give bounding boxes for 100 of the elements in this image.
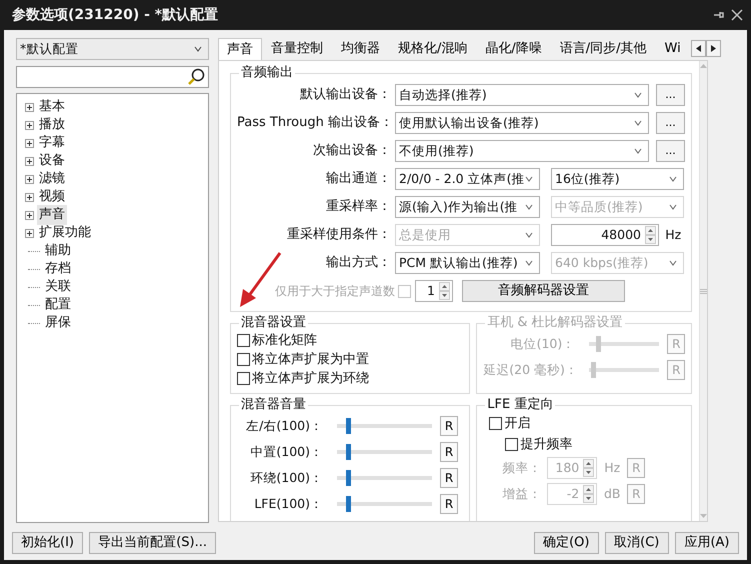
expand-icon[interactable] xyxy=(25,174,34,184)
tab[interactable]: 规格化/混响 xyxy=(389,38,476,58)
tree-item[interactable]: 存档 xyxy=(43,259,73,279)
tab[interactable]: Wi xyxy=(656,38,688,58)
spin-field[interactable]: 48000 xyxy=(551,224,659,246)
tree-item[interactable]: 设备 xyxy=(37,151,67,171)
spin-arrows-icon[interactable] xyxy=(645,226,656,244)
dropdown[interactable]: 自动选择(推荐) xyxy=(395,84,649,106)
expand-icon[interactable] xyxy=(25,192,34,202)
tree-item[interactable]: 关联 xyxy=(43,277,73,297)
footer-button[interactable]: 确定(O) xyxy=(534,532,598,554)
footer-button[interactable]: 应用(A) xyxy=(675,532,739,554)
group-title: 耳机 & 杜比解码器设置 xyxy=(486,315,624,332)
expand-icon[interactable] xyxy=(25,138,34,148)
caret-icon xyxy=(669,176,677,182)
slider-label: 电位(10)： xyxy=(510,334,576,353)
unit-label: Hz xyxy=(603,458,622,477)
tree-item[interactable]: 辅助 xyxy=(43,241,73,261)
tree-item[interactable]: 视频 xyxy=(37,187,67,207)
checkbox-label: 提升频率 xyxy=(520,436,572,454)
unit-label: Hz xyxy=(665,226,682,244)
tab[interactable]: 晶化/降噪 xyxy=(476,38,551,58)
browse-button[interactable]: ... xyxy=(656,140,685,162)
grip-icon xyxy=(700,288,707,294)
checkbox-label: 标准化矩阵 xyxy=(252,332,317,350)
caret-icon xyxy=(669,204,677,210)
dropdown[interactable]: 16位(推荐) xyxy=(551,168,684,190)
expand-icon[interactable] xyxy=(25,120,34,130)
expand-icon[interactable] xyxy=(25,228,34,238)
tree-item[interactable]: 滤镜 xyxy=(37,169,67,189)
vertical-scrollbar[interactable] xyxy=(698,61,707,521)
left-triangle-icon xyxy=(696,44,702,52)
spin-arrows-icon[interactable] xyxy=(439,282,450,300)
tab[interactable]: 语言/同步/其他 xyxy=(550,38,656,58)
dropdown[interactable]: 使用默认输出设备(推荐) xyxy=(395,112,649,134)
scroll-left-button[interactable] xyxy=(691,40,706,57)
browse-button[interactable]: ... xyxy=(656,84,685,106)
slider-thumb[interactable] xyxy=(346,470,351,486)
dropdown[interactable]: PCM 默认输出(推荐) xyxy=(395,252,540,274)
checkbox[interactable] xyxy=(237,334,250,348)
field-label: 默认输出设备： xyxy=(299,86,392,104)
field-label: 重采样率： xyxy=(325,198,392,216)
tree-item[interactable]: 基本 xyxy=(37,97,67,117)
checkbox[interactable] xyxy=(489,417,502,430)
pin-icon[interactable] xyxy=(712,9,725,21)
tree-item[interactable]: 声音 xyxy=(37,205,67,225)
caret-icon xyxy=(194,46,202,52)
caret-icon xyxy=(669,260,677,266)
field-label: 次输出设备： xyxy=(312,142,392,160)
dropdown[interactable]: 2/0/0 - 2.0 立体声(推 xyxy=(395,168,540,190)
expand-icon[interactable] xyxy=(25,210,34,220)
reset-button[interactable]: R xyxy=(440,416,458,436)
checkbox[interactable] xyxy=(237,372,250,386)
slider-label: LFE(100)： xyxy=(253,494,324,513)
footer-button[interactable]: 导出当前配置(S)... xyxy=(89,532,216,554)
slider-thumb[interactable] xyxy=(346,496,351,512)
expand-icon[interactable] xyxy=(25,156,34,166)
group-title: 混音器设置 xyxy=(240,315,307,332)
checkbox[interactable] xyxy=(237,353,250,366)
right-triangle-icon xyxy=(711,44,716,52)
field-label: 增益： xyxy=(501,484,542,503)
footer-button[interactable]: 取消(C) xyxy=(604,532,669,554)
checkbox-label: 开启 xyxy=(504,415,530,433)
dropdown[interactable]: 不使用(推荐) xyxy=(395,140,649,162)
reset-button[interactable]: R xyxy=(440,494,458,514)
tab[interactable]: 声音 xyxy=(218,38,262,60)
search-icon[interactable] xyxy=(186,68,205,86)
tree-item[interactable]: 字幕 xyxy=(37,133,67,153)
expand-icon[interactable] xyxy=(25,102,34,112)
caret-icon xyxy=(525,204,533,210)
dropdown[interactable]: 源(输入)作为输出(推 xyxy=(395,196,540,218)
field-label: 输出方式： xyxy=(325,254,392,272)
group-title: 音频输出 xyxy=(240,65,294,81)
tab[interactable]: 均衡器 xyxy=(332,38,389,58)
tree-item[interactable]: 配置 xyxy=(43,295,73,315)
caret-icon xyxy=(525,176,533,182)
field-label: 频率： xyxy=(501,458,542,477)
group-title: LFE 重定向 xyxy=(486,397,554,414)
scroll-right-button[interactable] xyxy=(706,40,722,57)
down-arrow-icon xyxy=(700,514,707,518)
field-label: Pass Through 输出设备： xyxy=(237,114,394,132)
reset-button[interactable]: R xyxy=(440,442,458,462)
reset-button[interactable]: R xyxy=(440,468,458,488)
footer-button[interactable]: 初始化(I) xyxy=(12,532,83,554)
slider-label: 左/右(100)： xyxy=(245,416,324,435)
profile-dropdown[interactable]: *默认配置 xyxy=(16,38,209,60)
slider-label: 环绕(100)： xyxy=(249,468,324,487)
search-field[interactable] xyxy=(16,66,209,88)
close-icon[interactable] xyxy=(731,9,743,21)
checkbox[interactable] xyxy=(505,438,518,452)
tab[interactable]: 音量控制 xyxy=(262,38,332,58)
tree-item[interactable]: 扩展功能 xyxy=(37,223,93,243)
slider-thumb[interactable] xyxy=(346,444,351,460)
field-label: 输出通道： xyxy=(325,170,392,188)
slider-thumb[interactable] xyxy=(346,418,351,434)
checkbox-label: 仅用于大于指定声道数 xyxy=(274,283,395,300)
tree-item[interactable]: 屏保 xyxy=(43,313,73,333)
unit-label: dB xyxy=(602,484,622,503)
tree-item[interactable]: 播放 xyxy=(37,115,67,135)
browse-button[interactable]: ... xyxy=(656,112,685,134)
